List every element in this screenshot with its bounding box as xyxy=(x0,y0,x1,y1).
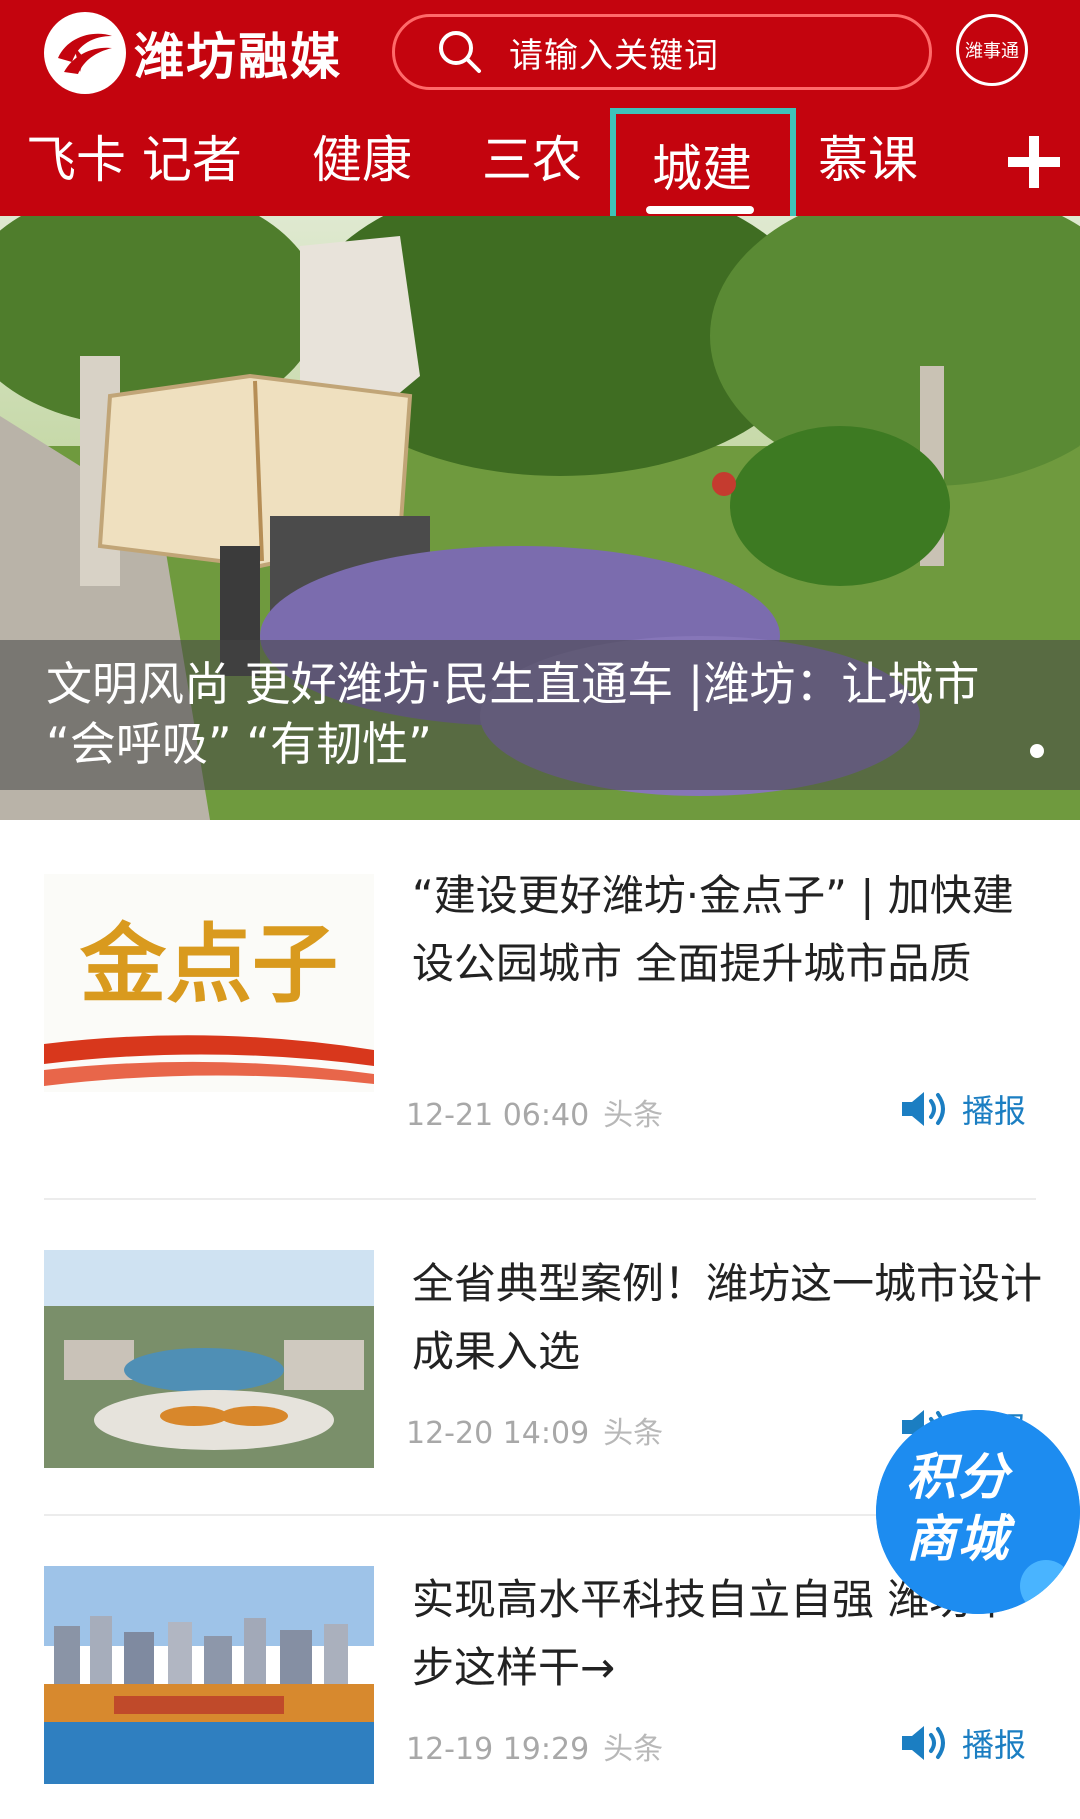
search-icon xyxy=(439,31,481,73)
hero-title[interactable]: 文明风尚 更好潍坊·民生直通车 |潍坊：让城市 “会呼吸” “有韧性” xyxy=(46,654,1036,774)
news-thumbnail xyxy=(44,1250,374,1468)
app-logo[interactable]: 潍坊融媒 xyxy=(44,10,342,96)
news-date: 12-20 14:09 xyxy=(406,1416,590,1451)
news-item[interactable]: 金点子 “建设更好潍坊·金点子” | 加快建设公园城市 全面提升城市品质 12-… xyxy=(0,846,1080,1176)
tab-agriculture[interactable]: 三农 xyxy=(482,118,582,202)
news-title[interactable]: “建设更好潍坊·金点子” | 加快建设公园城市 全面提升城市品质 xyxy=(412,862,1042,998)
search-placeholder: 请输入关键词 xyxy=(509,35,719,76)
points-mall-label: 积分 商城 xyxy=(906,1448,1010,1568)
broadcast-label: 播报 xyxy=(962,1092,1027,1130)
tab-health[interactable]: 健康 xyxy=(312,118,412,202)
thumbnail-text: 金点子 xyxy=(79,917,338,1013)
broadcast-label: 播报 xyxy=(962,1726,1027,1764)
news-meta: 12-20 14:09 头条 xyxy=(406,1408,663,1452)
speaker-icon xyxy=(902,1726,945,1760)
news-thumbnail xyxy=(44,1566,374,1784)
active-tab-indicator xyxy=(646,206,754,214)
points-mall-button[interactable]: 积分 商城 xyxy=(876,1410,1080,1614)
weishitong-label: 潍事通 xyxy=(959,17,1025,83)
app-header: 潍坊融媒 请输入关键词 潍事通 飞卡 记者 健康 三农 城建 慕课 xyxy=(0,0,1080,234)
news-source: 头条 xyxy=(603,1732,664,1767)
logo-text: 潍坊融媒 xyxy=(134,28,342,86)
news-date: 12-19 19:29 xyxy=(406,1732,590,1767)
add-channel-icon[interactable] xyxy=(1006,134,1062,190)
tab-mooc[interactable]: 慕课 xyxy=(818,118,918,202)
broadcast-button[interactable]: 播报 xyxy=(900,1086,1026,1132)
news-date: 12-21 06:40 xyxy=(406,1098,590,1133)
speaker-icon xyxy=(902,1092,945,1126)
news-source: 头条 xyxy=(603,1098,664,1133)
news-meta: 12-19 19:29 头条 xyxy=(406,1724,663,1768)
news-source: 头条 xyxy=(603,1416,664,1451)
carousel-indicator-dot xyxy=(1030,744,1044,758)
broadcast-button[interactable]: 播报 xyxy=(900,1720,1026,1766)
tab-feika-reporter[interactable]: 飞卡 记者 xyxy=(26,118,242,202)
news-thumbnail: 金点子 xyxy=(44,874,374,1092)
search-input[interactable]: 请输入关键词 xyxy=(392,14,932,90)
divider xyxy=(44,1198,1036,1200)
logo-emblem-icon xyxy=(44,12,126,94)
news-title[interactable]: 全省典型案例！潍坊这一城市设计成果入选 xyxy=(412,1250,1042,1386)
channel-tabs: 飞卡 记者 健康 三农 城建 慕课 xyxy=(0,108,1080,234)
weishitong-button[interactable]: 潍事通 xyxy=(956,14,1028,86)
news-meta: 12-21 06:40 头条 xyxy=(406,1090,663,1134)
